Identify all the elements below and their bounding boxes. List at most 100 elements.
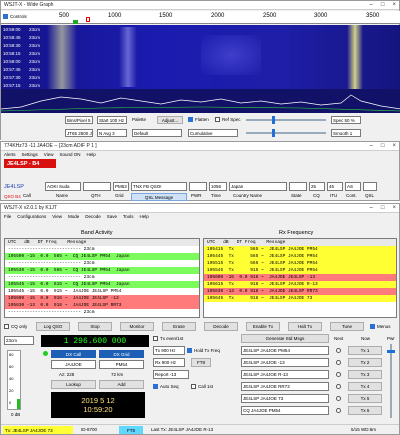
tx-even-checkbox[interactable] <box>153 336 158 343</box>
band-activity-row[interactable]: 105545 -15 0.0 615 ~ CQ JE4LSP PM54 Japa… <box>5 281 199 288</box>
monitor-button[interactable]: Monitor <box>120 322 154 331</box>
tx-now-button[interactable]: Tx 2 <box>348 358 382 367</box>
tx-now-button[interactable]: Tx 4 <box>348 382 382 391</box>
minimize-icon[interactable]: – <box>370 205 373 211</box>
tx-now-button[interactable]: Tx 3 <box>348 370 382 379</box>
maximize-icon[interactable]: □ <box>381 2 385 8</box>
zero-slider[interactable] <box>246 132 326 134</box>
qsl-select[interactable] <box>363 182 377 191</box>
zero-slider-handle[interactable] <box>272 129 275 137</box>
flatten-checkbox[interactable] <box>188 117 193 124</box>
menu-decode[interactable]: Decode <box>85 214 101 219</box>
ref-spec-checkbox[interactable] <box>215 117 220 124</box>
frequency-display[interactable]: 1 296.600 000 <box>41 335 149 347</box>
tx-next-radio[interactable] <box>336 372 341 377</box>
menu-file[interactable]: File <box>4 214 11 219</box>
minimize-icon[interactable]: – <box>370 143 373 149</box>
band-activity-row[interactable]: 105500 -15 0.0 565 ~ CQ JE4LSP PM54 Japa… <box>5 253 199 260</box>
state-select[interactable] <box>289 182 307 191</box>
menu-settings[interactable]: Settings <box>22 152 38 157</box>
menu-view[interactable]: View <box>44 152 54 157</box>
waterfall-display[interactable]: 10:59:00 23cm 10:58:45 23cm 10:58:30 23c… <box>1 25 400 89</box>
minimize-icon[interactable]: – <box>370 2 373 8</box>
itu-zone-select[interactable]: 45 <box>327 182 343 191</box>
tx-message-field[interactable]: JE4LSP JA4JOE R-13 <box>241 370 329 379</box>
tx-message-field[interactable]: CQ JA4JOE PM54 <box>241 406 329 415</box>
band-activity-row[interactable]: --------------------------- 23cm <box>5 274 199 281</box>
cq-zone-select[interactable]: 25 <box>309 182 325 191</box>
band-activity-row[interactable]: --------------------------- 23cm <box>5 246 199 253</box>
gain-slider-handle[interactable] <box>272 116 275 124</box>
halt-tx-button[interactable]: Halt Tx <box>288 322 322 331</box>
band-activity-row[interactable]: 105530 -15 0.0 565 ~ CQ JE4LSP PM54 Japa… <box>5 267 199 274</box>
start-freq-spinbox[interactable]: Start 100 Hz <box>97 116 127 124</box>
dx-call-field[interactable]: JA4JOE <box>51 360 96 369</box>
tx-next-radio[interactable] <box>336 384 341 389</box>
erase-button[interactable]: Erase <box>162 322 196 331</box>
qth-field[interactable] <box>83 182 111 191</box>
menu-alerts[interactable]: Alerts <box>4 152 16 157</box>
spec-percent-spinbox[interactable]: Spec 50 % <box>331 116 361 124</box>
tx-next-radio[interactable] <box>336 396 341 401</box>
band-activity-row[interactable]: 105600 -15 0.0 916 ~ JA4JOE JE4LSP -13 <box>5 295 199 302</box>
pwr-field[interactable] <box>189 182 207 191</box>
maximize-icon[interactable]: □ <box>381 205 385 211</box>
jt65-jt9-spinbox[interactable]: JT65 2500 JT9 <box>65 129 93 137</box>
tx-next-radio[interactable] <box>336 348 341 353</box>
rx-frequency-row[interactable]: 105515 Tx 565 ~ JE4LSP JA4JOE PM54 <box>204 260 396 267</box>
menus-checkbox[interactable] <box>370 324 375 331</box>
close-icon[interactable]: × <box>392 2 396 8</box>
rx-freq-spinbox[interactable]: Rx 900 Hz <box>153 358 185 367</box>
gain-slider[interactable] <box>246 119 326 121</box>
hold-tx-checkbox[interactable] <box>187 348 192 355</box>
country-select[interactable]: Japan <box>229 182 287 191</box>
band-activity-row[interactable]: 105630 -13 0.0 918 ~ JA4JOE JE4LSP RR73 <box>5 302 199 309</box>
power-slider-handle[interactable] <box>387 350 395 353</box>
menu-save[interactable]: Save <box>107 214 117 219</box>
continent-select[interactable]: AS <box>345 182 361 191</box>
rx-frequency-row[interactable]: 105545 Tx 915 ~ JE4LSP JA4JOE PM54 <box>204 267 396 274</box>
auto-seq-checkbox[interactable] <box>153 384 158 391</box>
time-field[interactable]: 1056 <box>209 182 227 191</box>
generate-std-msgs-button[interactable]: Generate Std Msgs <box>241 334 329 343</box>
tx-next-radio[interactable] <box>336 408 341 413</box>
rx-frequency-row[interactable]: 105445 Tx 565 ~ JE4LSP JA4JOE PM54 <box>204 253 396 260</box>
controls-checkbox[interactable] <box>3 14 8 21</box>
close-icon[interactable]: × <box>392 143 396 149</box>
dx-grid-field[interactable]: PM54 <box>99 360 144 369</box>
power-slider[interactable] <box>390 344 392 418</box>
bins-per-pixel-spinbox[interactable]: Bins/Pixel 5 <box>65 116 93 124</box>
band-activity-row[interactable]: --------------------------- 23cm <box>5 260 199 267</box>
name-field[interactable]: AOKI Suda <box>45 182 81 191</box>
rx-frequency-list[interactable]: UTC dB DT Freq Message 105415 Tx 565 ~ J… <box>203 238 397 318</box>
cq-only-checkbox[interactable] <box>4 324 9 331</box>
decode-button[interactable]: Decode <box>204 322 238 331</box>
log-qso-button[interactable]: Log QSO <box>36 322 70 331</box>
n-avg-spinbox[interactable]: N Avg 3 <box>97 129 127 137</box>
tx-now-button[interactable]: Tx 5 <box>348 394 382 403</box>
call-1st-checkbox[interactable] <box>191 384 196 391</box>
add-button[interactable]: Add <box>99 380 144 389</box>
message-field[interactable]: TNX FB QSO! <box>131 182 187 191</box>
rx-frequency-row[interactable]: 105630 -13 0.0 918 ~ JA4JOE JE4LSP RR73 <box>204 288 396 295</box>
tx-now-button[interactable]: Tx 1 <box>348 346 382 355</box>
tx-message-field[interactable]: JE4LSP JA4JOE -13 <box>241 358 329 367</box>
tx-next-radio[interactable] <box>336 360 341 365</box>
menu-tools[interactable]: Tools <box>123 214 134 219</box>
band-activity-row[interactable]: --------------------------- 23cm <box>5 309 199 316</box>
spectrum-type-select[interactable]: Cumulative <box>188 129 238 137</box>
smooth-spinbox[interactable]: Smooth 1 <box>331 129 361 137</box>
tx-now-button[interactable]: Tx 6 <box>348 406 382 415</box>
enable-tx-button[interactable]: Enable Tx <box>246 322 280 331</box>
tx-message-field[interactable]: JE4LSP JA4JOE RR73 <box>241 382 329 391</box>
menu-help[interactable]: Help <box>86 152 95 157</box>
tx-freq-spinbox[interactable]: Tx 900 Hz <box>153 346 185 355</box>
band-select[interactable]: 23cm <box>4 336 34 345</box>
tx-message-field[interactable]: JE4LSP JA4JOE PM54 <box>241 346 329 355</box>
mode-button[interactable]: FT8 <box>191 358 211 367</box>
stop-button[interactable]: Stop <box>78 322 112 331</box>
lookup-button[interactable]: Lookup <box>51 380 96 389</box>
grid-field[interactable]: PM53 <box>113 182 129 191</box>
adjust-button[interactable]: Adjust... <box>157 116 183 124</box>
menu-view[interactable]: View <box>52 214 62 219</box>
